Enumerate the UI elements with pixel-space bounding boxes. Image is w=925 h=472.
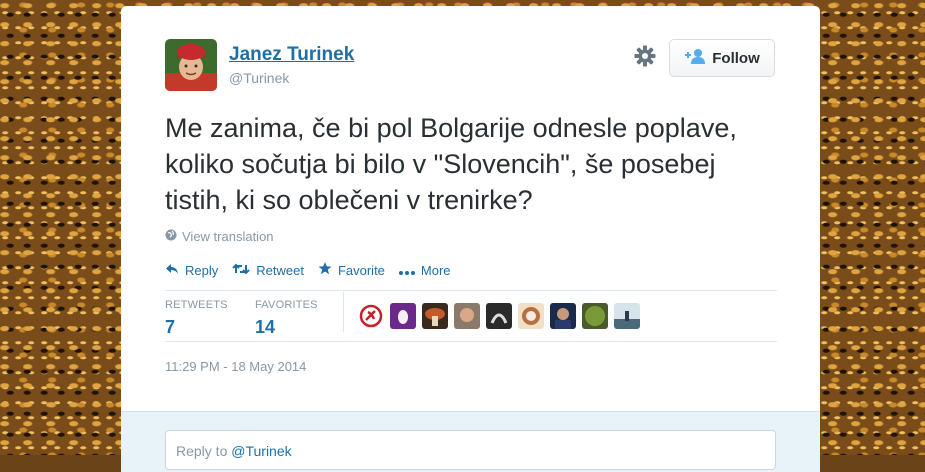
favorites-count: 14 (255, 317, 276, 337)
globe-icon (165, 229, 177, 244)
favoriter-avatar[interactable] (422, 303, 448, 329)
more-label: More (420, 262, 451, 278)
follow-label: Follow (712, 49, 760, 67)
tweet-timestamp[interactable]: 11:29 PM - 18 May 2014 (165, 359, 306, 374)
gear-icon[interactable] (633, 44, 657, 68)
reply-mention: @Turinek (231, 443, 292, 459)
favoriter-avatar[interactable] (582, 303, 608, 329)
retweet-label: Retweet (256, 262, 304, 278)
favorites-stat[interactable]: FAVORITES 14 (255, 299, 345, 338)
more-button[interactable]: More (398, 262, 451, 278)
add-person-icon (684, 48, 706, 68)
stats-separator (343, 292, 344, 332)
retweets-label: RETWEETS (165, 299, 228, 311)
reply-input[interactable]: Reply to @Turinek (165, 430, 776, 470)
reply-area: Reply to @Turinek (121, 411, 820, 472)
favoriter-avatar[interactable] (358, 303, 384, 329)
favoriters-avatars (358, 303, 640, 329)
retweet-button[interactable]: Retweet (232, 262, 304, 278)
divider-top (165, 290, 777, 291)
reply-arrow-icon (165, 263, 179, 278)
favorite-button[interactable]: Favorite (318, 262, 385, 278)
more-dots-icon (398, 263, 415, 278)
star-icon (318, 262, 332, 278)
user-name[interactable]: Janez Turinek (229, 44, 354, 66)
reply-label: Reply (185, 262, 219, 278)
tweet-text: Me zanima, če bi pol Bolgarije odnesle p… (165, 113, 737, 215)
user-handle[interactable]: @Turinek (229, 70, 289, 86)
favoriter-avatar[interactable] (486, 303, 512, 329)
divider-bottom (165, 341, 777, 342)
retweets-count: 7 (165, 317, 176, 337)
tweet-card: Janez Turinek @Turinek Follow Me zanima,… (121, 6, 820, 472)
favoriter-avatar[interactable] (550, 303, 576, 329)
follow-button[interactable]: Follow (669, 39, 775, 77)
view-translation-label: View translation (182, 229, 274, 244)
user-avatar[interactable] (165, 39, 217, 91)
view-translation-link[interactable]: View translation (165, 229, 274, 244)
favoriter-avatar[interactable] (518, 303, 544, 329)
favoriter-avatar[interactable] (454, 303, 480, 329)
favorites-label: FAVORITES (255, 299, 318, 311)
favoriter-avatar[interactable] (614, 303, 640, 329)
retweet-icon (232, 263, 250, 278)
favoriter-avatar[interactable] (390, 303, 416, 329)
tweet-stats: RETWEETS 7 FAVORITES 14 (165, 299, 345, 338)
retweets-stat[interactable]: RETWEETS 7 (165, 299, 255, 338)
reply-button[interactable]: Reply (165, 262, 218, 278)
tweet-actions: Reply Retweet Favorite More (165, 262, 451, 278)
favorite-label: Favorite (337, 262, 385, 278)
reply-prefix: Reply to (176, 443, 232, 459)
